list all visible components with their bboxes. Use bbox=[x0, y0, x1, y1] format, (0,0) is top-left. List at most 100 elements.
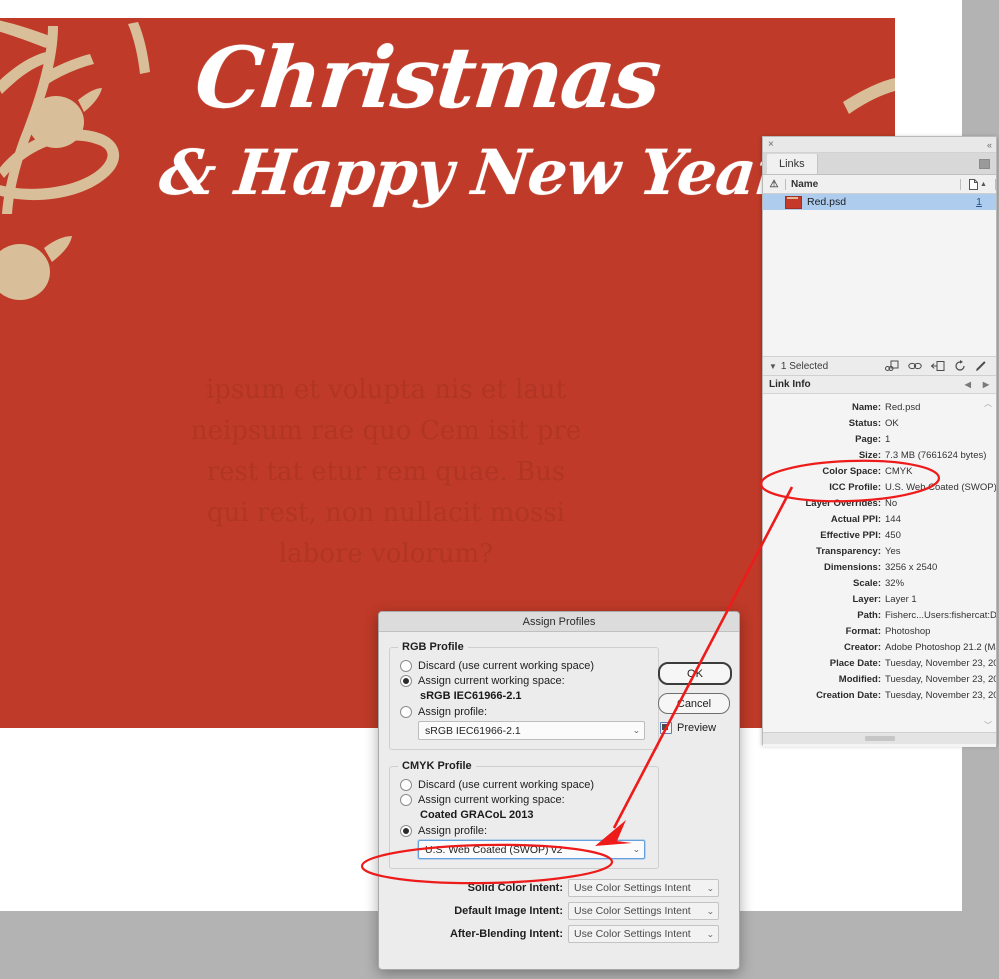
link-info-label: Path: bbox=[857, 610, 881, 621]
link-info-value: 3256 x 2540 bbox=[885, 562, 938, 573]
link-info-value: Tuesday, November 23, 2021 6:58 AM bbox=[885, 658, 996, 669]
links-panel[interactable]: × « Links ⚠ Name ▲ Red.psd 1 ▼ 1 Selecte… bbox=[762, 136, 997, 747]
intent-settings: Solid Color Intent: Use Color Settings In… bbox=[389, 879, 729, 943]
cmyk-profile-select[interactable]: U.S. Web Coated (SWOP) v2 ⌄ bbox=[418, 840, 645, 859]
link-info-label: Status: bbox=[848, 418, 881, 429]
cmyk-discard-radio-row[interactable]: Discard (use current working space) bbox=[400, 779, 650, 791]
link-info-row: Color Space: CMYK bbox=[763, 464, 996, 480]
update-link-icon[interactable] bbox=[931, 360, 945, 372]
intent-row: Default Image Intent: Use Color Settings … bbox=[389, 902, 719, 920]
link-info-value: Red.psd bbox=[885, 402, 921, 413]
link-info-row: Layer Overrides: No bbox=[763, 496, 996, 512]
link-info-value: 32% bbox=[885, 578, 905, 589]
cmyk-assign-profile-radio[interactable] bbox=[400, 825, 412, 837]
link-info-row: ICC Profile: U.S. Web Coated (SWOP) v2 bbox=[763, 480, 996, 496]
intent-select[interactable]: Use Color Settings Intent ⌄ bbox=[568, 925, 719, 943]
rgb-discard-radio-row[interactable]: Discard (use current working space) bbox=[400, 660, 650, 672]
botanical-decoration-icon bbox=[0, 20, 150, 300]
application-canvas: Christmas & Happy New Year ipsum et volu… bbox=[0, 0, 999, 979]
rgb-assign-working-radio[interactable] bbox=[400, 675, 412, 687]
link-info-label: Layer Overrides: bbox=[805, 498, 881, 509]
prev-link-icon[interactable]: ◀ bbox=[965, 380, 971, 389]
rgb-assign-profile-radio[interactable] bbox=[400, 706, 412, 718]
page-column-header[interactable]: ▲ bbox=[961, 178, 995, 190]
card-subhead: & Happy New Year bbox=[156, 136, 791, 209]
link-info-label: Transparency: bbox=[816, 546, 881, 557]
link-info-row: Layer: Layer 1 bbox=[763, 592, 996, 608]
card-headline: Christmas bbox=[190, 28, 664, 127]
intent-label: Default Image Intent: bbox=[454, 905, 563, 917]
intent-select[interactable]: Use Color Settings Intent ⌄ bbox=[568, 879, 719, 897]
link-info-row: Size: 7.3 MB (7661624 bytes) bbox=[763, 448, 996, 464]
link-info-row: Dimensions: 3256 x 2540 bbox=[763, 560, 996, 576]
cmyk-assign-working-radio-row[interactable]: Assign current working space: bbox=[400, 794, 650, 806]
cancel-button[interactable]: Cancel bbox=[658, 693, 730, 714]
assign-profiles-dialog[interactable]: Assign Profiles OK Cancel Preview RGB Pr… bbox=[378, 611, 740, 970]
list-item[interactable]: Red.psd 1 bbox=[763, 194, 996, 210]
rgb-discard-radio[interactable] bbox=[400, 660, 412, 672]
rgb-working-space-value: sRGB IEC61966-2.1 bbox=[420, 690, 522, 702]
links-status-bar: ▼ 1 Selected bbox=[763, 356, 996, 376]
link-info-row: Scale: 32% bbox=[763, 576, 996, 592]
panel-menu-icon[interactable] bbox=[979, 159, 990, 169]
link-info-row: Format: Photoshop bbox=[763, 624, 996, 640]
name-column-header[interactable]: Name bbox=[786, 179, 960, 190]
cmyk-assign-working-radio[interactable] bbox=[400, 794, 412, 806]
rgb-assign-working-radio-row[interactable]: Assign current working space: bbox=[400, 675, 650, 687]
link-info-nav: ◀ ▶ bbox=[965, 380, 989, 389]
resize-grip[interactable] bbox=[864, 736, 895, 741]
ok-button[interactable]: OK bbox=[658, 662, 732, 685]
link-info-label: Creation Date: bbox=[816, 690, 881, 701]
selection-count: 1 Selected bbox=[780, 360, 829, 372]
cmyk-discard-radio[interactable] bbox=[400, 779, 412, 791]
go-to-link-icon[interactable] bbox=[908, 361, 922, 371]
rgb-profile-select[interactable]: sRGB IEC61966-2.1 ⌄ bbox=[418, 721, 645, 740]
rgb-assign-profile-radio-row[interactable]: Assign profile: bbox=[400, 706, 650, 718]
link-info-value: U.S. Web Coated (SWOP) v2 bbox=[885, 482, 996, 493]
refresh-icon[interactable] bbox=[954, 360, 966, 372]
link-info-value: CMYK bbox=[885, 466, 913, 477]
link-info-row: Name: Red.psd bbox=[763, 400, 996, 416]
link-info-label: Page: bbox=[855, 434, 881, 445]
chevron-down-icon: ⌄ bbox=[706, 929, 715, 939]
link-info-label: Color Space: bbox=[822, 466, 881, 477]
page-icon bbox=[969, 178, 979, 190]
cmyk-profile-select-value: U.S. Web Coated (SWOP) v2 bbox=[425, 843, 563, 856]
link-info-label: Size: bbox=[858, 450, 881, 461]
link-info-label: Actual PPI: bbox=[830, 514, 881, 525]
scroll-down-icon[interactable]: ﹀ bbox=[984, 720, 992, 731]
collapse-panel-icon[interactable]: « bbox=[987, 140, 992, 150]
link-info-value: Yes bbox=[885, 546, 901, 557]
relink-icon[interactable] bbox=[885, 360, 899, 372]
link-info-row: Actual PPI: 144 bbox=[763, 512, 996, 528]
cmyk-profile-group: CMYK Profile Discard (use current workin… bbox=[389, 760, 659, 869]
intent-label: Solid Color Intent: bbox=[467, 882, 563, 894]
dialog-title: Assign Profiles bbox=[522, 615, 596, 628]
link-info-row: Effective PPI: 450 bbox=[763, 528, 996, 544]
intent-row: After-Blending Intent: Use Color Settings… bbox=[389, 925, 719, 943]
scroll-up-icon[interactable]: ︿ bbox=[984, 398, 992, 409]
link-info-value: Fisherc...Users:fishercat:Desktop:Red.ps… bbox=[885, 610, 996, 621]
tab-links[interactable]: Links bbox=[767, 154, 818, 174]
dialog-titlebar: Assign Profiles bbox=[379, 612, 739, 632]
rgb-assign-profile-label: Assign profile: bbox=[418, 706, 488, 718]
chevron-down-icon[interactable]: ▼ bbox=[769, 362, 777, 371]
link-info-label: Creator: bbox=[844, 642, 881, 653]
link-info-value: 1 bbox=[885, 434, 891, 445]
chevron-down-icon: ⌄ bbox=[706, 883, 715, 893]
links-list[interactable]: Red.psd 1 bbox=[763, 194, 996, 356]
link-info-label: ICC Profile: bbox=[829, 482, 881, 493]
link-info-label: Modified: bbox=[838, 674, 881, 685]
intent-select[interactable]: Use Color Settings Intent ⌄ bbox=[568, 902, 719, 920]
link-page[interactable]: 1 bbox=[962, 196, 996, 208]
edit-original-icon[interactable] bbox=[975, 360, 987, 372]
preview-checkbox[interactable] bbox=[660, 722, 672, 734]
next-link-icon[interactable]: ▶ bbox=[983, 380, 989, 389]
cmyk-assign-profile-radio-row[interactable]: Assign profile: bbox=[400, 825, 650, 837]
close-icon[interactable]: × bbox=[768, 139, 774, 150]
links-panel-tabstrip: Links bbox=[763, 153, 996, 175]
links-panel-titlebar: × « bbox=[763, 137, 996, 153]
chevron-down-icon: ⌄ bbox=[632, 845, 641, 854]
rgb-profile-group: RGB Profile Discard (use current working… bbox=[389, 641, 659, 750]
preview-checkbox-row[interactable]: Preview bbox=[660, 722, 728, 734]
